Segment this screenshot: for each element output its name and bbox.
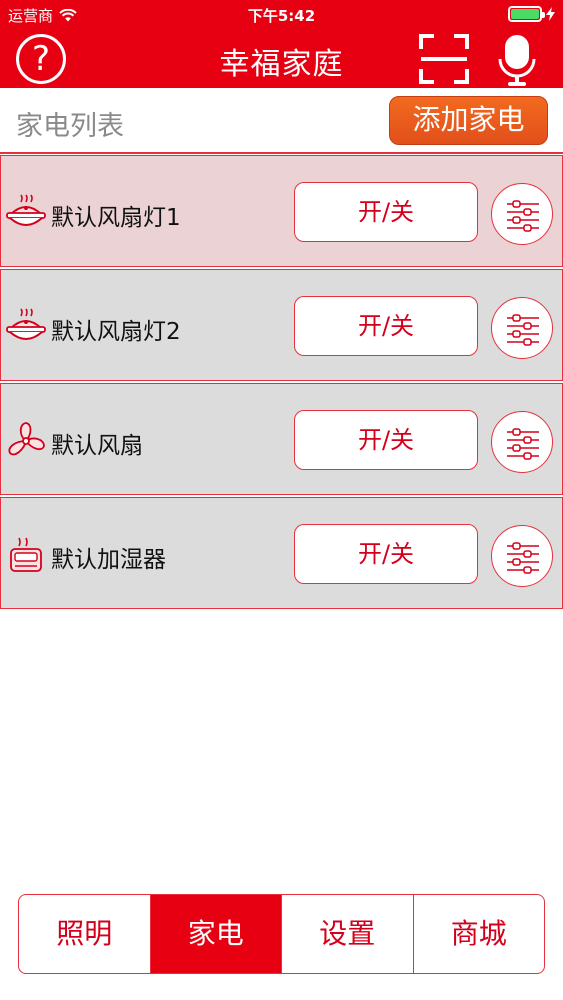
sliders-icon <box>507 314 539 346</box>
scan-icon <box>419 34 469 84</box>
page-title: 幸福家庭 <box>219 47 344 82</box>
status-bar: 运营商 下午5:42 <box>0 0 563 30</box>
fan-light-icon <box>6 194 46 226</box>
device-name: 默认风扇灯2 <box>51 319 181 345</box>
power-toggle-button[interactable]: 开/关 <box>294 296 478 356</box>
device-name: 默认加湿器 <box>51 547 166 573</box>
humidifier-icon <box>10 537 42 572</box>
fan-light-icon <box>6 308 46 340</box>
device-settings-button[interactable] <box>491 183 553 245</box>
bottom-tab-bar: 照明 家电 设置 商城 <box>18 894 545 974</box>
device-row[interactable]: 默认加湿器 开/关 <box>0 497 563 609</box>
device-name: 默认风扇 <box>51 433 143 459</box>
fan-icon <box>8 422 45 456</box>
section-title: 家电列表 <box>16 111 124 142</box>
device-row[interactable]: 默认风扇 开/关 <box>0 383 563 495</box>
scan-button[interactable] <box>418 33 470 85</box>
power-toggle-button[interactable]: 开/关 <box>294 524 478 584</box>
microphone-button[interactable] <box>496 33 538 87</box>
battery-fill <box>511 9 539 19</box>
tab-settings[interactable]: 设置 <box>282 895 414 973</box>
battery-icon <box>508 6 545 22</box>
device-row[interactable]: 默认风扇灯1 开/关 <box>0 155 563 267</box>
tab-appliances[interactable]: 家电 <box>150 895 282 973</box>
battery-tip <box>542 12 545 18</box>
device-settings-button[interactable] <box>491 297 553 359</box>
add-appliance-button[interactable]: 添加家电 <box>389 96 548 145</box>
sub-header: 家电列表 添加家电 <box>0 88 563 154</box>
sliders-icon <box>507 200 539 232</box>
sliders-icon <box>507 428 539 460</box>
sliders-icon <box>507 542 539 574</box>
tab-lighting[interactable]: 照明 <box>19 895 151 973</box>
power-toggle-button[interactable]: 开/关 <box>294 182 478 242</box>
tab-store[interactable]: 商城 <box>414 895 545 973</box>
microphone-icon <box>498 35 536 86</box>
status-time: 下午5:42 <box>247 7 316 25</box>
device-settings-button[interactable] <box>491 525 553 587</box>
charging-bolt-icon <box>546 7 555 21</box>
device-name: 默认风扇灯1 <box>51 205 181 231</box>
status-right <box>508 6 555 22</box>
device-row[interactable]: 默认风扇灯2 开/关 <box>0 269 563 381</box>
app-root: 运营商 下午5:42 ? 幸福家庭 家电列表 添加家电 默认风扇灯1 开/关 默… <box>0 0 563 1000</box>
device-list: 默认风扇灯1 开/关 默认风扇灯2 开/关 默认风扇 开/关 默认加湿器 开/关 <box>0 155 563 611</box>
device-settings-button[interactable] <box>491 411 553 473</box>
nav-bar: ? 幸福家庭 <box>0 30 563 88</box>
power-toggle-button[interactable]: 开/关 <box>294 410 478 470</box>
